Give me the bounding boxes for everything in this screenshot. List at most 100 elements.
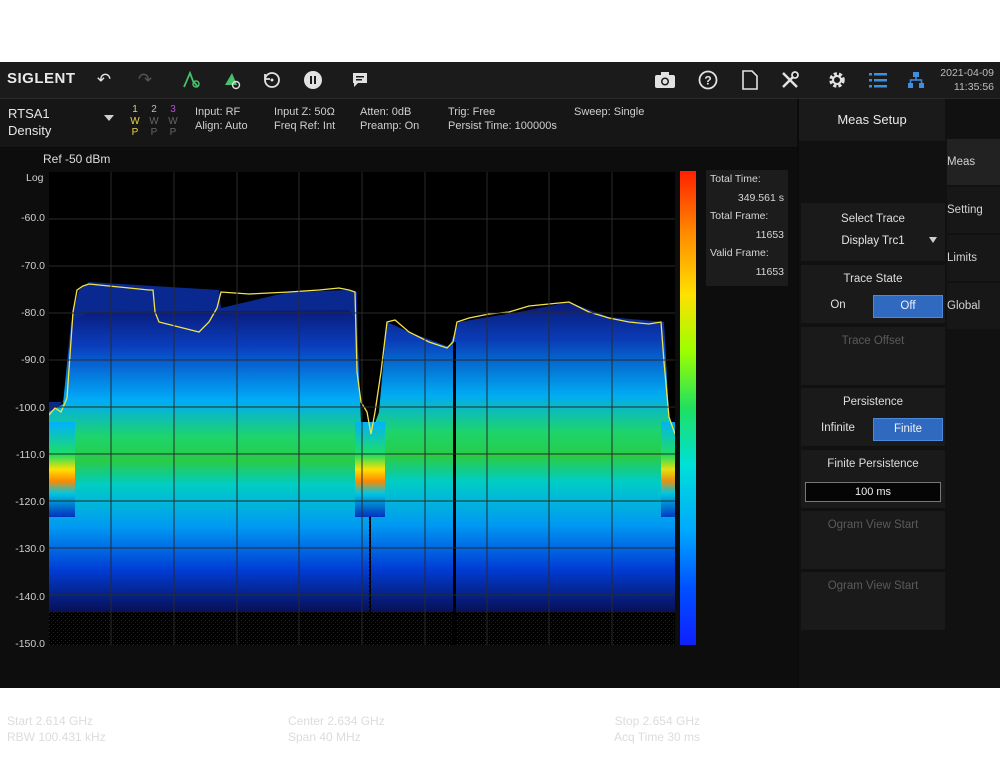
total-frame-label: Total Frame: — [710, 210, 769, 223]
rbw-value[interactable]: RBW 100.431 kHz — [7, 730, 106, 745]
trace-state-key[interactable]: Trace State On Off — [801, 265, 945, 323]
span-value[interactable]: Span 40 MHz — [288, 730, 361, 745]
input-status[interactable]: Input: RF — [195, 105, 240, 119]
tab-setting[interactable]: Setting — [947, 187, 1000, 233]
reset-icon[interactable] — [259, 67, 285, 93]
persistence-finite[interactable]: Finite — [873, 418, 943, 441]
stop-frequency[interactable]: Stop 2.654 GHz — [615, 714, 700, 729]
ogram-view-start-label: Ogram View Start — [827, 580, 919, 592]
camera-icon[interactable] — [652, 67, 678, 93]
y-tick-label: -120.0 — [15, 496, 45, 509]
density-color-scale — [680, 171, 696, 645]
status-bar: RTSA1 Density 1 W P 2 W P 3 W P Input: R… — [0, 99, 797, 147]
select-trace-label: Select Trace — [841, 213, 905, 225]
hot-edge-right — [661, 422, 675, 517]
trace-number: 3 — [170, 104, 176, 115]
y-tick-label: -130.0 — [15, 543, 45, 556]
input-impedance-status[interactable]: Input Z: 50Ω — [274, 105, 335, 119]
trace-number: 2 — [151, 104, 157, 115]
marker-icon[interactable] — [178, 67, 204, 93]
time-label: 11:35:56 — [953, 81, 994, 93]
persistence-key[interactable]: Persistence Infinite Finite — [801, 388, 945, 446]
mode-view: Density — [8, 123, 52, 138]
center-frequency[interactable]: Center 2.634 GHz — [288, 714, 385, 729]
chevron-down-icon[interactable] — [104, 115, 114, 121]
persistence-infinite[interactable]: Infinite — [805, 418, 871, 439]
y-tick-label: -100.0 — [15, 401, 45, 414]
y-tick-label: -80.0 — [21, 306, 45, 319]
preamp-status[interactable]: Preamp: On — [360, 119, 419, 133]
y-tick-label: -90.0 — [21, 354, 45, 367]
redo-icon[interactable]: ↷ — [132, 67, 158, 93]
valid-frame-value: 11653 — [755, 265, 784, 278]
trace-1-indicator[interactable]: 1 W P — [129, 104, 141, 139]
trace-2-indicator[interactable]: 2 W P — [148, 104, 160, 139]
undo-icon[interactable]: ↶ — [91, 67, 117, 93]
select-trace-key[interactable]: Select Trace Display Trc1 — [801, 203, 945, 261]
tab-limits[interactable]: Limits — [947, 235, 1000, 281]
trace-3-indicator[interactable]: 3 W P — [167, 104, 179, 139]
persist-time-status[interactable]: Persist Time: 100000s — [448, 119, 557, 133]
y-tick-label: -150.0 — [15, 638, 45, 650]
sweep-footer: Start 2.614 GHz RBW 100.431 kHz Center 2… — [0, 712, 797, 774]
trace-state-off[interactable]: Off — [873, 295, 943, 318]
tools-icon[interactable] — [777, 67, 803, 93]
trace-offset-key[interactable]: Trace Offset — [801, 327, 945, 385]
acq-time[interactable]: Acq Time 30 ms — [614, 730, 700, 745]
start-frequency[interactable]: Start 2.614 GHz — [7, 714, 93, 729]
menu-list-icon[interactable] — [865, 67, 891, 93]
ogram-view-start-key-2[interactable]: Ogram View Start — [801, 572, 945, 630]
trace-type: W — [130, 115, 140, 127]
ogram-view-start-key-1[interactable]: Ogram View Start — [801, 511, 945, 569]
spectral-gap — [453, 342, 456, 645]
density-plot[interactable] — [49, 172, 675, 645]
top-toolbar: SIGLENT ↶ ↷ ? 2021-04-09 11:35:56 — [0, 62, 1000, 99]
signal-band-right — [371, 302, 675, 612]
settings-icon[interactable] — [824, 67, 850, 93]
trace-state-label: Trace State — [843, 273, 903, 285]
y-tick-label: -140.0 — [15, 590, 45, 603]
date-time: 2021-04-09 11:35:56 — [940, 66, 994, 94]
finite-persistence-label: Finite Persistence — [827, 458, 919, 470]
tab-meas[interactable]: Meas — [947, 139, 1000, 185]
persistence-label: Persistence — [842, 396, 904, 408]
total-time-label: Total Time: — [710, 173, 761, 185]
date-label: 2021-04-09 — [940, 67, 994, 79]
hot-edge-left — [49, 422, 75, 517]
select-trace-value[interactable]: Display Trc1 — [801, 231, 945, 251]
total-frame-value: 11653 — [755, 228, 784, 241]
pause-icon[interactable] — [300, 67, 326, 93]
trace-number: 1 — [132, 104, 138, 115]
frame-info-box: Total Time: 349.561 s Total Frame: 11653… — [706, 170, 788, 286]
trace-state-on[interactable]: On — [807, 295, 869, 316]
svg-text:?: ? — [704, 74, 711, 88]
density-plot-svg — [49, 172, 675, 645]
y-tick-label: -60.0 — [21, 212, 45, 225]
tab-global[interactable]: Global — [947, 283, 1000, 329]
ogram-view-start-label: Ogram View Start — [827, 519, 919, 531]
mode-selector[interactable]: RTSA1 Density — [8, 105, 51, 139]
spectrum-display: Ref -50 dBm Log -60.0 -70.0 -80.0 -90.0 -100… — [0, 148, 797, 744]
hot-edge-center — [355, 422, 385, 517]
file-icon[interactable] — [737, 67, 763, 93]
finite-persistence-input[interactable]: 100 ms — [805, 482, 941, 502]
mode-name: RTSA1 — [8, 106, 50, 121]
message-icon[interactable] — [347, 67, 373, 93]
reference-level[interactable]: Ref -50 dBm — [43, 152, 110, 166]
sweep-status[interactable]: Sweep: Single — [574, 105, 644, 119]
trace-detector: P — [169, 127, 177, 138]
finite-persistence-key[interactable]: Finite Persistence 100 ms — [801, 450, 945, 508]
chevron-down-icon[interactable] — [929, 237, 937, 243]
peak-search-icon[interactable] — [219, 67, 245, 93]
trace-type: W — [149, 115, 159, 127]
valid-frame-label: Valid Frame: — [710, 247, 769, 260]
help-icon[interactable]: ? — [695, 67, 721, 93]
panel-title: Meas Setup — [799, 99, 945, 141]
trigger-status[interactable]: Trig: Free — [448, 105, 495, 119]
network-icon[interactable] — [903, 67, 929, 93]
brand-logo: SIGLENT — [7, 70, 76, 87]
align-status[interactable]: Align: Auto — [195, 119, 248, 133]
trace-type: W — [168, 115, 178, 127]
freq-ref-status[interactable]: Freq Ref: Int — [274, 119, 335, 133]
atten-status[interactable]: Atten: 0dB — [360, 105, 411, 119]
